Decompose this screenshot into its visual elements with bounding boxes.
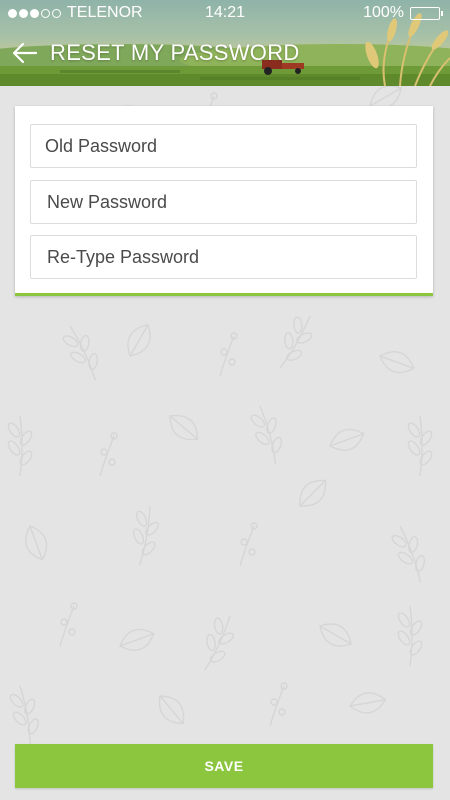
battery-icon (410, 6, 443, 20)
page-title: RESET MY PASSWORD (50, 40, 300, 65)
back-button[interactable] (10, 38, 40, 68)
retype-password-input[interactable] (30, 235, 417, 279)
arrow-left-icon (12, 42, 38, 64)
battery-percent: 100% (363, 4, 404, 21)
save-button[interactable]: SAVE (15, 744, 433, 788)
old-password-input[interactable] (30, 124, 417, 168)
header-banner: TELENOR 14:21 100% RESET MY PASSWORD (0, 0, 450, 86)
new-password-input[interactable] (30, 180, 417, 224)
status-bar: TELENOR 14:21 100% (0, 0, 450, 26)
battery-status: 100% (363, 4, 443, 22)
password-form-card (15, 106, 433, 296)
